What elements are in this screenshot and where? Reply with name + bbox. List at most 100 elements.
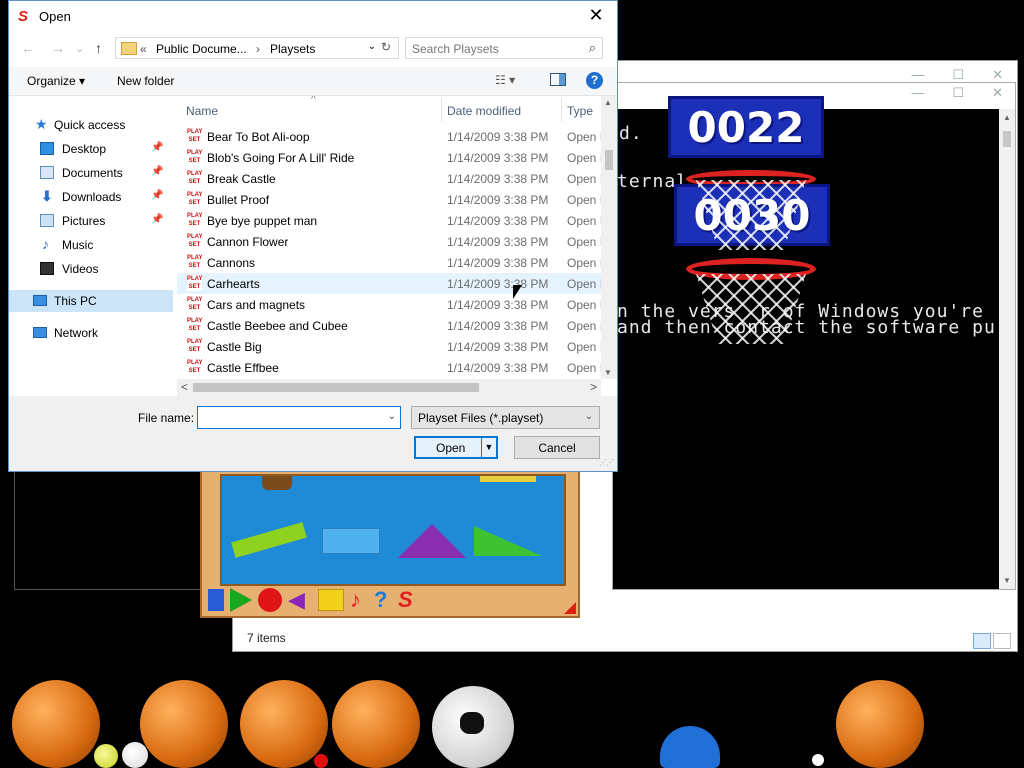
scroll-up-icon[interactable]: ▲ — [604, 98, 612, 107]
folder-icon — [121, 42, 137, 55]
file-row[interactable]: PLAY SET Cannon Flower 1/14/2009 3:38 PM Op… — [177, 231, 601, 252]
change-view-icon[interactable]: ☷ ▾ — [495, 73, 515, 87]
chevron-down-icon[interactable]: ⌄ — [585, 411, 593, 422]
address-bar[interactable]: « Public Docume... › Playsets ⌄ ↻ — [115, 37, 399, 59]
weight-tool-icon[interactable] — [208, 589, 224, 611]
scroll-thumb[interactable] — [605, 150, 613, 170]
file-row[interactable]: PLAY SET Castle Big 1/14/2009 3:38 PM Open … — [177, 336, 601, 357]
address-dropdown-icon[interactable]: ⌄ — [368, 41, 376, 52]
column-divider[interactable] — [441, 98, 442, 122]
up-arrow-icon[interactable]: ↑ — [95, 40, 102, 56]
yellow-block-icon[interactable] — [480, 476, 536, 482]
breadcrumb-playsets[interactable]: Playsets — [270, 42, 315, 56]
file-row[interactable]: PLAY SET Castle Effbee 1/14/2009 3:38 PM Op… — [177, 357, 601, 378]
file-type-select[interactable]: Playset Files (*.playset) ⌄ — [411, 406, 600, 429]
nav-item-downloads[interactable]: ⬇ Downloads 📌 — [9, 186, 169, 208]
new-folder-button[interactable]: New folder — [117, 74, 174, 88]
scroll-thumb[interactable] — [1003, 131, 1011, 147]
file-row[interactable]: PLAY SET Bye bye puppet man 1/14/2009 3:38… — [177, 210, 601, 231]
maximize-icon[interactable]: ☐ — [952, 67, 964, 83]
green-plank-icon[interactable] — [231, 522, 307, 558]
pin-icon[interactable]: 📌 — [151, 214, 163, 225]
nav-item-music[interactable]: ♪ Music — [9, 234, 169, 256]
file-row[interactable]: PLAY SET Cannons 1/14/2009 3:38 PM Open I — [177, 252, 601, 273]
pin-icon[interactable]: 📌 — [151, 190, 163, 201]
minimize-icon[interactable]: — — [911, 85, 924, 101]
help-icon[interactable]: ? — [586, 72, 603, 89]
file-row[interactable]: PLAY SET Blob's Going For A Lill' Ride 1/1… — [177, 147, 601, 168]
file-row[interactable]: PLAY SET Castle Beebee and Cubee 1/14/2009… — [177, 315, 601, 336]
file-list-vertical-scrollbar[interactable]: ▲ ▼ — [601, 96, 617, 379]
refresh-icon[interactable]: ↻ — [378, 40, 394, 54]
scroll-right-icon[interactable]: > — [590, 380, 597, 394]
scroll-up-icon[interactable]: ▲ — [1003, 113, 1011, 122]
file-name-input[interactable] — [200, 409, 384, 427]
bear-icon[interactable] — [262, 476, 292, 490]
playset-stage[interactable] — [220, 474, 566, 586]
details-view-button[interactable] — [973, 633, 991, 649]
file-row[interactable]: PLAY SET Bullet Proof 1/14/2009 3:38 PM Ope… — [177, 189, 601, 210]
help-tool-icon[interactable]: ? — [374, 589, 392, 611]
nav-item-pictures[interactable]: Pictures 📌 — [9, 210, 169, 232]
scroll-down-icon[interactable]: ▼ — [604, 368, 612, 377]
playset-file-icon: PLAY SET — [187, 359, 203, 375]
play-tool-icon[interactable] — [230, 588, 252, 612]
logo-tool-icon[interactable]: S — [398, 589, 420, 611]
large-icons-view-button[interactable] — [993, 633, 1011, 649]
type-cell: Open I — [567, 298, 601, 312]
purple-triangle-icon[interactable] — [398, 524, 466, 558]
breadcrumb-separator-icon[interactable]: › — [256, 42, 260, 56]
breadcrumb-overflow[interactable]: « — [140, 42, 147, 56]
scroll-left-icon[interactable]: < — [181, 380, 188, 394]
close-icon[interactable]: ✕ — [992, 67, 1003, 83]
back-arrow-icon[interactable]: ← — [21, 40, 35, 56]
close-icon[interactable]: ✕ — [992, 85, 1003, 101]
close-icon[interactable]: ✕ — [585, 5, 607, 26]
search-icon[interactable]: ⌕ — [589, 40, 596, 56]
column-divider[interactable] — [561, 98, 562, 122]
file-list-horizontal-scrollbar[interactable]: < > — [177, 379, 601, 396]
column-header-type[interactable]: Type — [567, 104, 593, 118]
search-box[interactable]: Search Playsets ⌕ — [405, 37, 603, 59]
navigation-pane: ★ Quick access Desktop 📌 Documents 📌 ⬇ D… — [9, 96, 177, 378]
nav-item-desktop[interactable]: Desktop 📌 — [9, 138, 169, 160]
forward-arrow-icon[interactable]: → — [51, 40, 65, 56]
block-tool-icon[interactable] — [318, 589, 344, 611]
minimize-icon[interactable]: — — [911, 67, 924, 83]
nav-item-documents[interactable]: Documents 📌 — [9, 162, 169, 184]
cancel-button[interactable]: Cancel — [514, 436, 600, 459]
nav-item-videos[interactable]: Videos — [9, 258, 169, 280]
file-row[interactable]: PLAY SET Bear To Bot Ali-oop 1/14/2009 3:3… — [177, 126, 601, 147]
maximize-icon[interactable]: ☐ — [952, 85, 964, 101]
open-button[interactable]: Open ▼ — [414, 436, 498, 459]
file-name-combobox[interactable]: ⌄ — [197, 406, 401, 429]
breadcrumb-public-documents[interactable]: Public Docume... — [156, 42, 247, 56]
resize-grip-icon[interactable]: ⋰⋰ — [599, 458, 614, 467]
preview-pane-icon[interactable] — [550, 73, 566, 86]
status-bar-item-count: 7 items — [247, 631, 286, 645]
scroll-down-icon[interactable]: ▼ — [1003, 576, 1011, 585]
nav-item-network[interactable]: Network — [9, 322, 169, 344]
scroll-thumb[interactable] — [193, 383, 479, 392]
chevron-down-icon[interactable]: ⌄ — [388, 411, 396, 422]
organize-button[interactable]: Organize ▾ — [27, 74, 85, 88]
file-row[interactable]: PLAY SET Carhearts 1/14/2009 3:38 PM Open I — [177, 273, 601, 294]
nav-item-quick-access[interactable]: ★ Quick access — [9, 114, 169, 136]
music-tool-icon[interactable]: ♪ — [350, 589, 368, 611]
column-header-name[interactable]: Name — [186, 104, 218, 118]
pin-icon[interactable]: 📌 — [151, 142, 163, 153]
resize-corner-icon[interactable] — [564, 602, 576, 614]
recent-locations-icon[interactable]: ⌄ — [75, 42, 84, 55]
console-vertical-scrollbar[interactable]: ▲ ▼ — [999, 109, 1015, 589]
green-wedge-icon[interactable] — [474, 526, 542, 556]
nav-item-this-pc[interactable]: This PC — [9, 290, 173, 312]
file-row[interactable]: PLAY SET Cars and magnets 1/14/2009 3:38 P… — [177, 294, 601, 315]
ball-tool-icon[interactable] — [258, 588, 282, 612]
open-options-dropdown-icon[interactable]: ▼ — [481, 438, 496, 457]
search-input[interactable]: Search Playsets — [412, 42, 499, 56]
column-header-date-modified[interactable]: Date modified — [447, 104, 521, 118]
pin-icon[interactable]: 📌 — [151, 166, 163, 177]
file-row[interactable]: PLAY SET Break Castle 1/14/2009 3:38 PM Ope… — [177, 168, 601, 189]
rewind-tool-icon[interactable]: ◀ — [288, 589, 312, 611]
blue-block-icon[interactable] — [322, 528, 380, 554]
